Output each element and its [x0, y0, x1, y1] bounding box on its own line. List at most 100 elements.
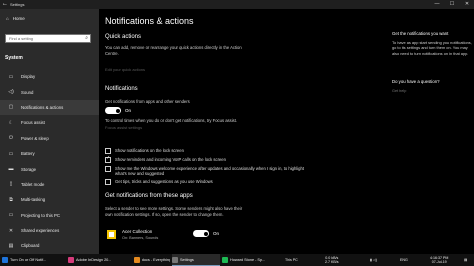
- sidebar-item-label: Sound: [21, 89, 34, 95]
- sidebar-item[interactable]: ⧉ Multi-tasking: [0, 192, 99, 207]
- settings-window: ← Settings — ☐ ✕ ⌂ Home Find a setting ⌕…: [0, 0, 474, 264]
- sidebar-item-label: Shared experiences: [21, 228, 60, 234]
- app-icon: [68, 257, 74, 263]
- sidebar-item[interactable]: ▤ Clipboard: [0, 238, 99, 253]
- sidebar-item[interactable]: ◁) Sound: [0, 84, 99, 99]
- sidebar-item-label: Clipboard: [21, 243, 40, 249]
- checkbox-label: Get tips, tricks and suggestions as you …: [115, 179, 213, 184]
- get-notifications-state: On: [125, 108, 132, 113]
- quick-actions-heading: Quick actions: [105, 34, 142, 40]
- sidebar-item[interactable]: ▭ Battery: [0, 146, 99, 161]
- taskbar: Turn On or Off Notif... Adobe InDesign 20…: [0, 254, 474, 266]
- title-bar: ← Settings — ☐ ✕: [0, 0, 474, 9]
- checkbox[interactable]: [105, 156, 111, 163]
- sidebar-item-label: Notifications & actions: [21, 104, 64, 110]
- checkbox-row[interactable]: Get tips, tricks and suggestions as you …: [105, 179, 315, 185]
- senders-desc: Select a sender to see more settings. So…: [105, 206, 243, 217]
- home-link[interactable]: ⌂ Home: [6, 16, 25, 21]
- sidebar-item-label: Power & sleep: [21, 135, 49, 141]
- app-icon: [172, 256, 178, 263]
- get-notifications-toggle-row: On: [105, 107, 131, 114]
- edit-quick-actions-link[interactable]: Edit your quick actions: [105, 67, 145, 72]
- display-icon: ▭: [8, 73, 14, 80]
- sidebar-item[interactable]: ▬ Storage: [0, 161, 99, 176]
- checkbox-row[interactable]: Show notifications on the lock screen: [105, 148, 315, 154]
- sidebar-item-label: Storage: [21, 166, 37, 172]
- focus-assist-icon: ☾: [8, 119, 14, 126]
- close-icon[interactable]: ✕: [460, 0, 474, 9]
- this-pc-label[interactable]: This PC: [285, 254, 298, 266]
- battery-icon: ▭: [8, 150, 14, 157]
- sidebar-item-label: Focus assist: [21, 120, 45, 126]
- download-speed: 2.7 KB/s: [325, 260, 339, 264]
- volume-icon[interactable]: ◁): [373, 258, 377, 262]
- acer-collection-icon: [107, 230, 116, 239]
- get-help-link[interactable]: Get help: [392, 89, 406, 93]
- checkbox[interactable]: [105, 166, 111, 172]
- app-sender-row[interactable]: Acer Collection On: Banners, Sounds On: [105, 227, 385, 245]
- sidebar-nav: ▭ Display ◁) Sound ▢ Notifications & actions ☾…: [0, 69, 99, 266]
- tray-icons[interactable]: ▮ ◁): [370, 254, 377, 266]
- checkbox-row[interactable]: Show me the Windows welcome experience a…: [105, 166, 315, 176]
- power-icon: ⏻: [9, 135, 13, 142]
- sidebar-item[interactable]: ▢ Notifications & actions: [0, 99, 99, 116]
- sidebar-item[interactable]: ▭ Display: [0, 69, 99, 84]
- sound-icon: ◁): [8, 89, 14, 96]
- taskbar-item-label: Adobe InDesign 20...: [76, 258, 112, 262]
- home-label: Home: [12, 16, 25, 21]
- get-notifications-toggle[interactable]: [105, 107, 121, 114]
- taskbar-item[interactable]: Howard Stone - Sp...: [222, 254, 282, 266]
- search-icon: ⌕: [85, 35, 88, 41]
- sidebar-item[interactable]: ✕ Shared experiences: [0, 223, 99, 238]
- app-toggle[interactable]: [193, 230, 209, 237]
- checkbox-label: Show reminders and incoming VoIP calls o…: [115, 157, 226, 162]
- taskbar-item[interactable]: Turn On or Off Notif...: [2, 254, 64, 266]
- maximize-icon[interactable]: ☐: [445, 0, 459, 9]
- taskbar-item[interactable]: docs - Everything: [134, 254, 170, 266]
- checkbox-label: Show me the Windows welcome experience a…: [115, 166, 305, 176]
- app-toggle-state: On: [213, 231, 220, 236]
- checkbox-row[interactable]: Show reminders and incoming VoIP calls o…: [105, 156, 315, 163]
- app-name: Acer Collection: [122, 229, 153, 234]
- sidebar-item-label: Tablet mode: [21, 181, 45, 187]
- taskbar-item-label: Howard Stone - Sp...: [230, 258, 266, 262]
- multitasking-icon: ⧉: [9, 196, 13, 203]
- app-toggle-row: On: [193, 230, 219, 237]
- right-heading-2: Do you have a question?: [392, 79, 440, 84]
- search-field[interactable]: Find a setting ⌕: [5, 34, 91, 43]
- taskbar-item-label: Turn On or Off Notif...: [10, 258, 47, 262]
- taskbar-item[interactable]: Adobe InDesign 20...: [68, 254, 130, 266]
- app-sub: On: Banners, Sounds: [122, 236, 159, 240]
- control-times-text: To control times when you do or don't ge…: [105, 118, 238, 123]
- sidebar-item-label: Multi-tasking: [21, 197, 46, 203]
- action-center-icon[interactable]: ▤: [464, 254, 467, 266]
- taskbar-item-label: Settings: [180, 257, 194, 262]
- sidebar-item[interactable]: ☾ Focus assist: [0, 115, 99, 130]
- taskbar-item[interactable]: Settings: [172, 254, 220, 266]
- back-arrow-icon[interactable]: ←: [2, 0, 8, 9]
- sidebar-item-label: Display: [21, 74, 36, 80]
- right-text-1: To have as app start sending you notific…: [392, 40, 472, 56]
- projecting-icon: ▭: [8, 212, 14, 219]
- senders-heading: Get notifications from these apps: [105, 193, 193, 199]
- checkbox[interactable]: [105, 179, 111, 185]
- language-indicator[interactable]: ENG: [400, 254, 408, 266]
- checkbox[interactable]: [105, 148, 111, 154]
- app-icon: [2, 257, 8, 263]
- sidebar-item[interactable]: ⏻ Power & sleep: [0, 131, 99, 146]
- focus-assist-link[interactable]: Focus assist settings: [105, 125, 142, 130]
- search-input[interactable]: Find a setting: [9, 36, 33, 41]
- taskbar-item-label: docs - Everything: [141, 258, 170, 262]
- get-notifications-label: Get notifications from apps and other se…: [105, 99, 190, 104]
- notifications-heading: Notifications: [105, 86, 138, 92]
- sidebar-item[interactable]: ▯ Tablet mode: [0, 177, 99, 192]
- sidebar-item[interactable]: ▭ Projecting to this PC: [0, 208, 99, 223]
- shared-experiences-icon: ✕: [8, 227, 14, 234]
- section-label: System: [5, 55, 23, 61]
- minimize-icon[interactable]: —: [430, 0, 444, 9]
- network-icon[interactable]: ▮: [370, 258, 372, 262]
- checkbox-label: Show notifications on the lock screen: [115, 148, 184, 153]
- app-icon: [222, 257, 228, 263]
- sidebar-item-label: Battery: [21, 151, 35, 157]
- clock[interactable]: 4:16:37 PM 07-Jul-19: [430, 254, 448, 266]
